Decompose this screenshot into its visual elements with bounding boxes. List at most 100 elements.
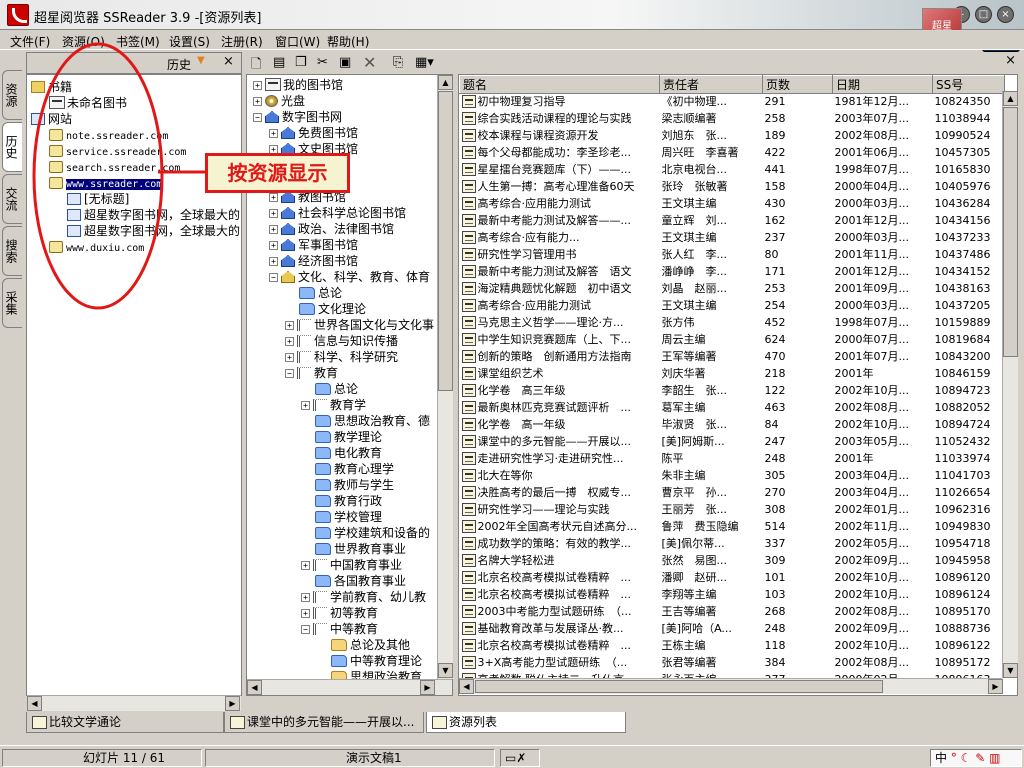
- scroll-left-icon[interactable]: ◀: [27, 696, 42, 711]
- collapse-icon[interactable]: −: [269, 273, 278, 282]
- table-row[interactable]: 海淀精典题忧化解题 初中语文 刘晶 赵丽... 253 2001年09月... 1043…: [460, 281, 1005, 298]
- table-row[interactable]: 马克思主义哲学——理论·方... 张方伟 452 1998年07月... 1015988…: [460, 315, 1005, 332]
- maximize-button[interactable]: □: [975, 6, 992, 23]
- tree-node[interactable]: 学校管理: [301, 509, 382, 525]
- expand-icon[interactable]: +: [301, 561, 310, 570]
- table-row[interactable]: 北京名校高考模拟试卷精粹 ... 潘卿 赵研... 101 2002年10月... 10…: [460, 570, 1005, 587]
- expand-icon[interactable]: +: [269, 129, 278, 138]
- tree-node[interactable]: 教育行政: [301, 493, 382, 509]
- tree-node[interactable]: + 光盘: [253, 93, 305, 109]
- tab-doc-1[interactable]: 比较文学通论: [26, 712, 224, 733]
- table-row[interactable]: 2003中考能力型试题研练 （... 王吉等编著 268 2002年08月... 108…: [460, 604, 1005, 621]
- tree-node[interactable]: 文化理论: [285, 301, 366, 317]
- scroll-down-icon[interactable]: ▼: [438, 663, 453, 678]
- tree-node[interactable]: + 信息与知识传播: [285, 333, 398, 349]
- scroll-left-icon[interactable]: ◀: [247, 680, 262, 695]
- tree-node[interactable]: 学校建筑和设备的: [301, 525, 430, 541]
- side-tab-resource[interactable]: 资源: [2, 70, 22, 120]
- close-panel-icon[interactable]: ×: [223, 54, 234, 69]
- copy-icon[interactable]: ❐: [295, 55, 307, 70]
- table-row[interactable]: 最新中考能力测试及解答 语文 潘峥峥 李... 171 2001年12月... 1043…: [460, 264, 1005, 281]
- tree-node[interactable]: 总论及其他: [317, 637, 410, 653]
- table-row[interactable]: 基础教育改革与发展译丛·教... [美]阿哈（A... 248 2002年09月...…: [460, 621, 1005, 638]
- scroll-left-icon[interactable]: ◀: [459, 679, 474, 694]
- table-row[interactable]: 化学卷 高一年级 毕淑贤 张... 84 2002年10月... 10894724: [460, 417, 1005, 434]
- expand-icon[interactable]: +: [285, 321, 294, 330]
- expand-icon[interactable]: +: [269, 257, 278, 266]
- table-row[interactable]: 高考综合·应有能力... 王文琪主编 237 2000年03月... 10437233: [460, 230, 1005, 247]
- list-hscrollbar[interactable]: ◀ ▶: [459, 678, 1003, 694]
- tree-node[interactable]: 教育心理学: [301, 461, 394, 477]
- table-row[interactable]: 化学卷 高三年级 李韶生 张... 122 2002年10月... 10894723: [460, 383, 1005, 400]
- expand-icon[interactable]: +: [301, 401, 310, 410]
- table-row[interactable]: 高考综合·应用能力测试 王文琪主编 430 2000年03月... 10436284: [460, 196, 1005, 213]
- tree-node[interactable]: + 我的图书馆: [253, 77, 343, 93]
- tree-node[interactable]: − 数字图书网: [253, 109, 342, 125]
- table-row[interactable]: 最新中考能力测试及解答——... 童立辉 刘... 162 2001年12月... 10…: [460, 213, 1005, 230]
- tab-resource-list[interactable]: 资源列表: [426, 712, 626, 733]
- expand-icon[interactable]: +: [269, 241, 278, 250]
- tree-node[interactable]: + 学前教育、幼儿教: [301, 589, 426, 605]
- menu-settings[interactable]: 设置(S): [169, 33, 210, 50]
- tree-node[interactable]: 世界教育事业: [301, 541, 406, 557]
- tree-node[interactable]: + 初等教育: [301, 605, 378, 621]
- scroll-thumb[interactable]: [438, 91, 453, 391]
- expand-icon[interactable]: +: [301, 609, 310, 618]
- scroll-up-icon[interactable]: ▲: [438, 75, 453, 90]
- tree-node[interactable]: − 中等教育: [301, 621, 378, 637]
- tree-node[interactable]: 各国教育事业: [301, 573, 406, 589]
- expand-icon[interactable]: +: [285, 353, 294, 362]
- side-tab-exchange[interactable]: 交流: [2, 174, 22, 224]
- table-row[interactable]: 中学生知识竞赛题库（上、下... 周云主编 624 2000年07月... 108196…: [460, 332, 1005, 349]
- table-row[interactable]: 高考综合·应用能力测试 王文琪主编 254 2000年03月... 10437205: [460, 298, 1005, 315]
- side-tab-history[interactable]: 历史: [2, 122, 22, 172]
- table-row[interactable]: 走进研究性学习·走进研究性... 陈平 248 2001年 11033974: [460, 451, 1005, 468]
- col-title[interactable]: 题名: [459, 75, 660, 94]
- scroll-right-icon[interactable]: ▶: [420, 680, 435, 695]
- paste-icon[interactable]: ▣: [339, 55, 351, 70]
- tree-node[interactable]: + 教育学: [301, 397, 366, 413]
- table-row[interactable]: 星星擂台竞赛题库（下）——... 北京电视台... 441 1998年07月... 10…: [460, 162, 1005, 179]
- expand-icon[interactable]: +: [253, 81, 262, 90]
- history-item[interactable]: www.duxiu.com: [49, 239, 144, 255]
- collapse-icon[interactable]: −: [285, 369, 294, 378]
- expand-icon[interactable]: +: [301, 593, 310, 602]
- table-row[interactable]: 综合实践活动课程的理论与实践 梁志顺编著 258 2003年07月... 1103894…: [460, 111, 1005, 128]
- tree-node[interactable]: + 社会科学总论图书馆: [269, 205, 406, 221]
- delete-icon[interactable]: ✕: [363, 53, 376, 72]
- tree-node[interactable]: 总论: [285, 285, 342, 301]
- table-row[interactable]: 北大在等你 朱非主编 305 2003年04月... 11041703: [460, 468, 1005, 485]
- tree-node[interactable]: + 中国教育事业: [301, 557, 402, 573]
- tree-node[interactable]: + 政治、法律图书馆: [269, 221, 394, 237]
- tree-node[interactable]: + 科学、科学研究: [285, 349, 398, 365]
- scroll-thumb[interactable]: [475, 680, 883, 693]
- table-row[interactable]: 校本课程与课程资源开发 刘旭东 张... 189 2002年08月... 1099052…: [460, 128, 1005, 145]
- expand-icon[interactable]: +: [269, 225, 278, 234]
- table-row[interactable]: 北京名校高考模拟试卷精粹 ... 李翔等主编 103 2002年10月... 10896…: [460, 587, 1005, 604]
- list-vscrollbar[interactable]: ▲ ▼: [1002, 91, 1018, 678]
- table-row[interactable]: 研究性学习管理用书 张人红 李... 80 2001年11月... 10437486: [460, 247, 1005, 264]
- scroll-down-icon[interactable]: ▼: [1003, 663, 1018, 678]
- history-dropdown[interactable]: 历史: [167, 56, 191, 73]
- tree-node[interactable]: + 世界各国文化与文化事: [285, 317, 434, 333]
- table-row[interactable]: 决胜高考的最后一搏 权威专... 曹京平 孙... 270 2003年04月... 11…: [460, 485, 1005, 502]
- tree-node[interactable]: 教师与学生: [301, 477, 394, 493]
- col-date[interactable]: 日期: [832, 75, 933, 94]
- expand-icon[interactable]: +: [285, 337, 294, 346]
- properties-icon[interactable]: ⎘: [393, 55, 403, 70]
- table-row[interactable]: 课堂组织艺术 刘庆华著 218 2001年 10846159: [460, 366, 1005, 383]
- tab-doc-2[interactable]: 课堂中的多元智能——开展以...: [224, 712, 424, 733]
- tree-node[interactable]: 总论: [301, 381, 358, 397]
- scroll-right-icon[interactable]: ▶: [225, 696, 240, 711]
- history-hscrollbar[interactable]: ◀ ▶: [27, 695, 241, 711]
- history-item[interactable]: [无标题]: [67, 191, 129, 207]
- table-row[interactable]: 人生第一搏：高考心理准备60天 张玲 张敏著 158 2000年04月... 10405…: [460, 179, 1005, 196]
- collapse-icon[interactable]: −: [301, 625, 310, 634]
- table-row[interactable]: 初中物理复习指导 《初中物理... 291 1981年12月... 10824350: [460, 94, 1005, 111]
- table-row[interactable]: 课堂中的多元智能——开展以... [美]阿姆斯... 247 2003年05月... 1…: [460, 434, 1005, 451]
- table-row[interactable]: 名牌大学轻松进 张然 易图... 309 2002年09月... 10945958: [460, 553, 1005, 570]
- history-item[interactable]: search.ssreader.com: [49, 159, 180, 175]
- menu-window[interactable]: 窗口(W): [275, 33, 320, 50]
- tree-node[interactable]: − 文化、科学、教育、体育: [269, 269, 430, 285]
- col-ss-number[interactable]: SS号: [932, 75, 1005, 94]
